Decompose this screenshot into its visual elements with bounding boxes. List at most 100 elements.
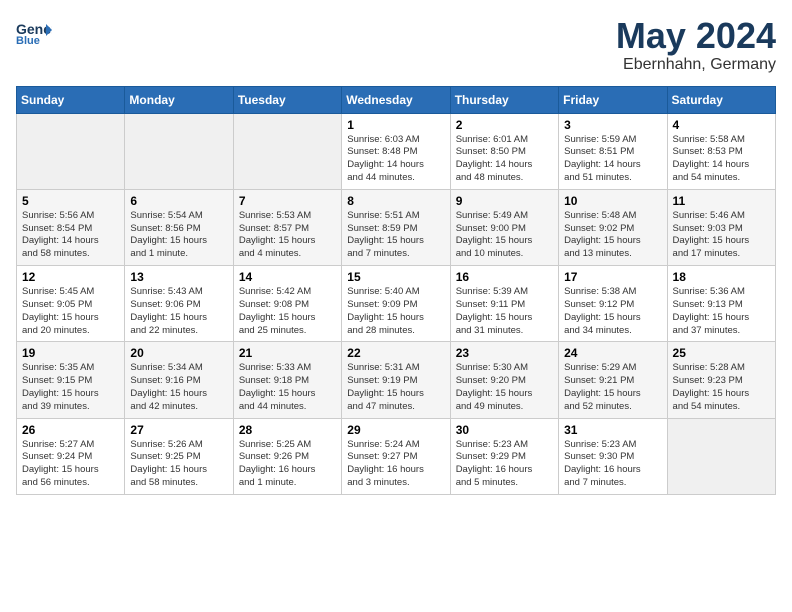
- weekday-header-row: Sunday Monday Tuesday Wednesday Thursday…: [17, 86, 776, 113]
- day-info: Sunrise: 5:58 AM Sunset: 8:53 PM Dayligh…: [673, 134, 770, 185]
- calendar-week-row: 12 Sunrise: 5:45 AM Sunset: 9:05 PM Dayli…: [17, 266, 776, 342]
- table-row: 11Sunrise: 5:46 AM Sunset: 9:03 PM Dayli…: [667, 189, 775, 265]
- day-number: 4: [673, 118, 770, 132]
- day-info: Sunrise: 5:23 AM Sunset: 9:29 PM Dayligh…: [456, 439, 553, 490]
- calendar-table: Sunday Monday Tuesday Wednesday Thursday…: [16, 86, 776, 495]
- svg-text:Blue: Blue: [16, 35, 40, 46]
- table-row: 31 Sunrise: 5:23 AM Sunset: 9:30 PM Dayli…: [559, 418, 667, 494]
- day-info: Sunrise: 5:34 AM Sunset: 9:16 PM Dayligh…: [130, 362, 227, 413]
- day-number: 10: [564, 194, 661, 208]
- day-info: Sunrise: 5:56 AM Sunset: 8:54 PM Dayligh…: [22, 210, 119, 261]
- table-row: 26Sunrise: 5:27 AM Sunset: 9:24 PM Dayli…: [17, 418, 125, 494]
- table-row: 19Sunrise: 5:35 AM Sunset: 9:15 PM Dayli…: [17, 342, 125, 418]
- day-info: Sunrise: 5:51 AM Sunset: 8:59 PM Dayligh…: [347, 210, 444, 261]
- calendar-week-row: 19Sunrise: 5:35 AM Sunset: 9:15 PM Dayli…: [17, 342, 776, 418]
- day-number: 27: [130, 423, 227, 437]
- calendar-week-row: 1 Sunrise: 6:03 AM Sunset: 8:48 PM Daylig…: [17, 113, 776, 189]
- table-row: [667, 418, 775, 494]
- table-row: 13 Sunrise: 5:43 AM Sunset: 9:06 PM Dayli…: [125, 266, 233, 342]
- day-info: Sunrise: 5:29 AM Sunset: 9:21 PM Dayligh…: [564, 362, 661, 413]
- header-saturday: Saturday: [667, 86, 775, 113]
- table-row: 14Sunrise: 5:42 AM Sunset: 9:08 PM Dayli…: [233, 266, 341, 342]
- table-row: 12 Sunrise: 5:45 AM Sunset: 9:05 PM Dayli…: [17, 266, 125, 342]
- day-info: Sunrise: 5:43 AM Sunset: 9:06 PM Dayligh…: [130, 286, 227, 337]
- month-title: May 2024: [616, 16, 776, 56]
- table-row: 17 Sunrise: 5:38 AM Sunset: 9:12 PM Dayli…: [559, 266, 667, 342]
- day-info: Sunrise: 5:25 AM Sunset: 9:26 PM Dayligh…: [239, 439, 336, 490]
- table-row: 27 Sunrise: 5:26 AM Sunset: 9:25 PM Dayli…: [125, 418, 233, 494]
- day-number: 6: [130, 194, 227, 208]
- header-monday: Monday: [125, 86, 233, 113]
- day-number: 18: [673, 270, 770, 284]
- table-row: 18 Sunrise: 5:36 AM Sunset: 9:13 PM Dayli…: [667, 266, 775, 342]
- day-info: Sunrise: 5:45 AM Sunset: 9:05 PM Dayligh…: [22, 286, 119, 337]
- day-number: 23: [456, 346, 553, 360]
- calendar-week-row: 26Sunrise: 5:27 AM Sunset: 9:24 PM Dayli…: [17, 418, 776, 494]
- table-row: 20 Sunrise: 5:34 AM Sunset: 9:16 PM Dayli…: [125, 342, 233, 418]
- table-row: 5 Sunrise: 5:56 AM Sunset: 8:54 PM Daylig…: [17, 189, 125, 265]
- day-number: 13: [130, 270, 227, 284]
- table-row: 1 Sunrise: 6:03 AM Sunset: 8:48 PM Daylig…: [342, 113, 450, 189]
- location: Ebernhahn, Germany: [616, 56, 776, 74]
- table-row: 8 Sunrise: 5:51 AM Sunset: 8:59 PM Daylig…: [342, 189, 450, 265]
- day-info: Sunrise: 5:28 AM Sunset: 9:23 PM Dayligh…: [673, 362, 770, 413]
- day-info: Sunrise: 5:36 AM Sunset: 9:13 PM Dayligh…: [673, 286, 770, 337]
- day-number: 31: [564, 423, 661, 437]
- table-row: 16Sunrise: 5:39 AM Sunset: 9:11 PM Dayli…: [450, 266, 558, 342]
- day-number: 24: [564, 346, 661, 360]
- table-row: 30 Sunrise: 5:23 AM Sunset: 9:29 PM Dayli…: [450, 418, 558, 494]
- day-number: 2: [456, 118, 553, 132]
- table-row: 25 Sunrise: 5:28 AM Sunset: 9:23 PM Dayli…: [667, 342, 775, 418]
- day-number: 28: [239, 423, 336, 437]
- logo: General Blue: [16, 16, 52, 46]
- day-number: 25: [673, 346, 770, 360]
- day-info: Sunrise: 5:42 AM Sunset: 9:08 PM Dayligh…: [239, 286, 336, 337]
- day-info: Sunrise: 5:38 AM Sunset: 9:12 PM Dayligh…: [564, 286, 661, 337]
- day-info: Sunrise: 5:40 AM Sunset: 9:09 PM Dayligh…: [347, 286, 444, 337]
- day-number: 8: [347, 194, 444, 208]
- day-info: Sunrise: 5:26 AM Sunset: 9:25 PM Dayligh…: [130, 439, 227, 490]
- table-row: [17, 113, 125, 189]
- calendar-week-row: 5 Sunrise: 5:56 AM Sunset: 8:54 PM Daylig…: [17, 189, 776, 265]
- table-row: 3Sunrise: 5:59 AM Sunset: 8:51 PM Daylig…: [559, 113, 667, 189]
- day-number: 7: [239, 194, 336, 208]
- day-number: 30: [456, 423, 553, 437]
- table-row: 15 Sunrise: 5:40 AM Sunset: 9:09 PM Dayli…: [342, 266, 450, 342]
- title-block: May 2024 Ebernhahn, Germany: [616, 16, 776, 74]
- day-info: Sunrise: 6:01 AM Sunset: 8:50 PM Dayligh…: [456, 134, 553, 185]
- day-number: 19: [22, 346, 119, 360]
- day-number: 12: [22, 270, 119, 284]
- day-number: 29: [347, 423, 444, 437]
- table-row: [125, 113, 233, 189]
- table-row: [233, 113, 341, 189]
- day-info: Sunrise: 5:49 AM Sunset: 9:00 PM Dayligh…: [456, 210, 553, 261]
- day-number: 21: [239, 346, 336, 360]
- table-row: 23Sunrise: 5:30 AM Sunset: 9:20 PM Dayli…: [450, 342, 558, 418]
- header-wednesday: Wednesday: [342, 86, 450, 113]
- table-row: 28 Sunrise: 5:25 AM Sunset: 9:26 PM Dayli…: [233, 418, 341, 494]
- day-number: 11: [673, 194, 770, 208]
- day-info: Sunrise: 5:27 AM Sunset: 9:24 PM Dayligh…: [22, 439, 119, 490]
- day-info: Sunrise: 5:59 AM Sunset: 8:51 PM Dayligh…: [564, 134, 661, 185]
- day-number: 5: [22, 194, 119, 208]
- table-row: 10Sunrise: 5:48 AM Sunset: 9:02 PM Dayli…: [559, 189, 667, 265]
- day-number: 20: [130, 346, 227, 360]
- table-row: 6 Sunrise: 5:54 AM Sunset: 8:56 PM Daylig…: [125, 189, 233, 265]
- table-row: 22Sunrise: 5:31 AM Sunset: 9:19 PM Dayli…: [342, 342, 450, 418]
- day-info: Sunrise: 5:39 AM Sunset: 9:11 PM Dayligh…: [456, 286, 553, 337]
- table-row: 2 Sunrise: 6:01 AM Sunset: 8:50 PM Daylig…: [450, 113, 558, 189]
- table-row: 4 Sunrise: 5:58 AM Sunset: 8:53 PM Daylig…: [667, 113, 775, 189]
- header-sunday: Sunday: [17, 86, 125, 113]
- header-tuesday: Tuesday: [233, 86, 341, 113]
- day-number: 1: [347, 118, 444, 132]
- day-info: Sunrise: 5:23 AM Sunset: 9:30 PM Dayligh…: [564, 439, 661, 490]
- header-thursday: Thursday: [450, 86, 558, 113]
- day-number: 9: [456, 194, 553, 208]
- day-info: Sunrise: 6:03 AM Sunset: 8:48 PM Dayligh…: [347, 134, 444, 185]
- day-number: 15: [347, 270, 444, 284]
- day-info: Sunrise: 5:54 AM Sunset: 8:56 PM Dayligh…: [130, 210, 227, 261]
- table-row: 21Sunrise: 5:33 AM Sunset: 9:18 PM Dayli…: [233, 342, 341, 418]
- day-number: 17: [564, 270, 661, 284]
- logo-icon: General Blue: [16, 16, 52, 46]
- day-info: Sunrise: 5:53 AM Sunset: 8:57 PM Dayligh…: [239, 210, 336, 261]
